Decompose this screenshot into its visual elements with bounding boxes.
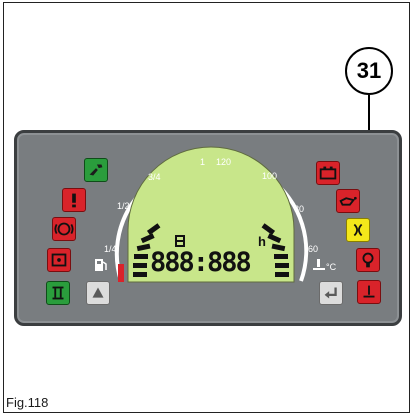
fuel-label-half: 1/2 <box>117 201 130 211</box>
hour-meter-digits: 888:888 <box>150 247 252 278</box>
low-fuel-mark <box>118 264 124 282</box>
service-indicator <box>84 158 108 182</box>
battery-indicator <box>316 161 340 185</box>
figure-label: Fig.118 <box>6 395 49 410</box>
fuel-label-full: 1 <box>200 157 206 167</box>
temp-label-60: 60 <box>308 244 319 254</box>
parking-brake-indicator <box>46 281 70 305</box>
parking-brake-icon <box>52 286 64 300</box>
glow-plug-indicator <box>346 218 370 242</box>
filter-icon <box>362 252 374 268</box>
wrench-icon <box>89 164 103 176</box>
glow-plug-icon <box>353 223 363 237</box>
fuel-label-three-quarter: 3/4 <box>148 172 161 182</box>
fuel-pump-icon <box>95 259 107 271</box>
enter-button[interactable] <box>319 281 343 305</box>
battery-icon <box>319 166 337 180</box>
enter-icon <box>324 287 337 299</box>
oil-pressure-icon <box>339 196 357 206</box>
temp-unit: °C <box>326 262 337 272</box>
temp-label-100: 100 <box>262 171 278 181</box>
exclamation-icon <box>72 193 76 208</box>
brake-icon <box>54 222 74 236</box>
coolant-small-icon <box>313 259 325 270</box>
brake-indicator <box>52 217 76 241</box>
up-arrow-icon <box>92 287 104 298</box>
coolant-temp-indicator <box>357 280 381 304</box>
battery-charge-indicator <box>47 248 71 272</box>
hour-unit: h <box>258 234 266 249</box>
coolant-temp-icon <box>363 285 375 298</box>
air-filter-indicator <box>356 248 380 272</box>
general-warning-indicator <box>62 188 86 212</box>
oil-pressure-indicator <box>336 189 360 213</box>
temp-label-80: 80 <box>294 204 305 214</box>
battery-charge-icon <box>51 253 67 267</box>
fuel-label-quarter: 1/4 <box>104 244 117 254</box>
temp-label-120: 120 <box>216 157 232 167</box>
up-arrow-button[interactable] <box>86 281 110 305</box>
